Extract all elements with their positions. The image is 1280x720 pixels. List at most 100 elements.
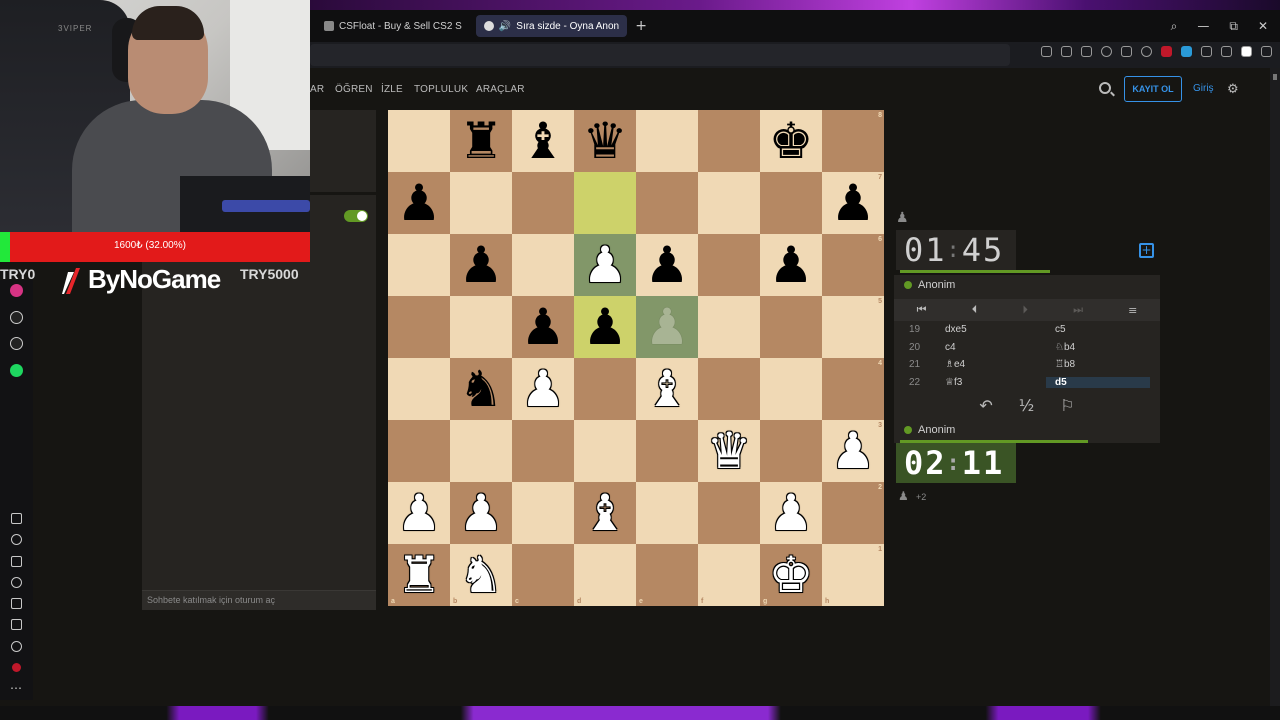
black-pawn-piece[interactable]: ♟ [769, 240, 814, 290]
square-b4[interactable]: ♞ [450, 358, 512, 420]
instagram-icon[interactable] [10, 284, 23, 297]
black-pawn-piece[interactable]: ♟ [831, 178, 876, 228]
black-pawn-piece[interactable]: ♟ [397, 178, 442, 228]
close-button[interactable]: ✕ [1258, 19, 1268, 33]
black-pawn-piece[interactable]: ♟ [459, 240, 504, 290]
square-f1[interactable]: f [698, 544, 760, 606]
login-link[interactable]: Giriş [1193, 83, 1214, 94]
download-icon[interactable] [11, 598, 22, 609]
nav-learn[interactable]: ÖĞREN [335, 84, 373, 95]
heart-icon[interactable] [1101, 46, 1112, 57]
menu-button[interactable]: ≡ [1128, 304, 1137, 317]
black-move[interactable]: c5 [1046, 324, 1150, 335]
square-a1[interactable]: ♜ a [388, 544, 450, 606]
minimize-button[interactable]: — [1197, 19, 1209, 33]
square-h8[interactable]: 8 [822, 110, 884, 172]
square-a4[interactable] [388, 358, 450, 420]
black-move[interactable]: ♘b4 [1046, 342, 1150, 353]
next-move-button[interactable]: ⏵ [1022, 303, 1028, 317]
square-h7[interactable]: ♟ 7 [822, 172, 884, 234]
black-move[interactable]: ♖b8 [1046, 359, 1150, 370]
square-g2[interactable]: ♟ [760, 482, 822, 544]
nav-watch[interactable]: İZLE [381, 84, 403, 95]
square-e4[interactable]: ♝ [636, 358, 698, 420]
square-f3[interactable]: ♛ [698, 420, 760, 482]
square-a2[interactable]: ♟ [388, 482, 450, 544]
pen-icon[interactable] [1201, 46, 1212, 57]
black-knight-piece[interactable]: ♞ [459, 364, 504, 414]
square-e1[interactable]: e [636, 544, 698, 606]
white-move[interactable]: ♕f3 [936, 377, 1046, 388]
square-a6[interactable] [388, 234, 450, 296]
square-g3[interactable] [760, 420, 822, 482]
square-f5[interactable] [698, 296, 760, 358]
ublock-icon[interactable] [1161, 46, 1172, 57]
notes-icon[interactable] [11, 556, 22, 567]
square-b6[interactable]: ♟ [450, 234, 512, 296]
tab-lichess[interactable]: 🔊 Sıra sizde - Oyna Anon [475, 15, 628, 37]
offer-draw-button[interactable]: ½ [1019, 396, 1035, 415]
x-twitter-icon[interactable] [10, 337, 23, 350]
square-e3[interactable] [636, 420, 698, 482]
square-f8[interactable] [698, 110, 760, 172]
browser-search-icon[interactable]: ⌕ [1171, 19, 1178, 34]
search-icon[interactable] [1099, 82, 1111, 94]
square-f6[interactable] [698, 234, 760, 296]
white-knight-piece[interactable]: ♞ [459, 550, 504, 600]
square-d3[interactable] [574, 420, 636, 482]
add-time-button[interactable]: + [1139, 243, 1154, 258]
white-bishop-piece[interactable]: ♝ [645, 364, 690, 414]
takeback-icon[interactable]: ↶ [979, 396, 992, 415]
square-h5[interactable]: 5 [822, 296, 884, 358]
favorites-icon[interactable] [11, 534, 22, 545]
square-d2[interactable]: ♝ [574, 482, 636, 544]
spotify-icon[interactable] [10, 364, 23, 377]
extension-blue-icon[interactable] [1181, 46, 1192, 57]
square-a5[interactable] [388, 296, 450, 358]
more-icon[interactable]: ⋯ [10, 681, 22, 695]
square-c5[interactable]: ♟ [512, 296, 574, 358]
address-input[interactable] [310, 44, 1010, 66]
square-a7[interactable]: ♟ [388, 172, 450, 234]
camera-icon[interactable] [1061, 46, 1072, 57]
current-move[interactable]: d5 [1046, 376, 1150, 388]
white-rook-piece[interactable]: ♜ [397, 550, 442, 600]
box-icon[interactable] [1261, 46, 1272, 57]
prev-move-button[interactable]: ⏴ [972, 303, 978, 317]
square-d7[interactable] [574, 172, 636, 234]
maximize-button[interactable]: ⧉ [1229, 19, 1238, 34]
square-a8[interactable] [388, 110, 450, 172]
white-pawn-piece[interactable]: ♟ [521, 364, 566, 414]
white-bishop-piece[interactable]: ♝ [583, 488, 628, 538]
white-move[interactable]: c4 [936, 342, 1046, 353]
square-h3[interactable]: ♟ 3 [822, 420, 884, 482]
shield-icon[interactable] [1081, 46, 1092, 57]
chat-toggle[interactable] [344, 210, 368, 222]
tiktok-icon[interactable] [10, 311, 23, 324]
square-e2[interactable] [636, 482, 698, 544]
square-b8[interactable]: ♜ [450, 110, 512, 172]
square-c7[interactable] [512, 172, 574, 234]
black-pawn-piece[interactable]: ♟ [583, 302, 628, 352]
square-d4[interactable] [574, 358, 636, 420]
square-g8[interactable]: ♚ [760, 110, 822, 172]
square-g4[interactable] [760, 358, 822, 420]
first-move-button[interactable]: ⏮ [917, 303, 927, 317]
square-f2[interactable] [698, 482, 760, 544]
resign-flag-icon[interactable]: ⚐ [1060, 396, 1074, 415]
white-pawn-piece[interactable]: ♟ [583, 240, 628, 290]
square-d6[interactable]: ♟ [574, 234, 636, 296]
square-c1[interactable]: c [512, 544, 574, 606]
square-c4[interactable]: ♟ [512, 358, 574, 420]
square-g1[interactable]: ♚ g [760, 544, 822, 606]
gear-icon[interactable]: ⚙ [1227, 82, 1239, 97]
square-h6[interactable]: 6 [822, 234, 884, 296]
square-b1[interactable]: ♞ b [450, 544, 512, 606]
record-icon[interactable] [12, 663, 21, 672]
black-queen-piece[interactable]: ♛ [583, 116, 628, 166]
square-e6[interactable]: ♟ [636, 234, 698, 296]
square-g6[interactable]: ♟ [760, 234, 822, 296]
square-d1[interactable]: d [574, 544, 636, 606]
chess-board[interactable]: ♜ ♝ ♛ ♚ 8 ♟ ♟ 7 ♟ ♟ ♟ ♟ 6 ♟ ♟ ♟ 5 ♞ ♟ ♝ 4 ♛ ♟ 3 ♟ ♟ ♝ ♟ 2 ♜ a ♞ b c d e f ♚ g 1… [388, 110, 884, 606]
square-c8[interactable]: ♝ [512, 110, 574, 172]
